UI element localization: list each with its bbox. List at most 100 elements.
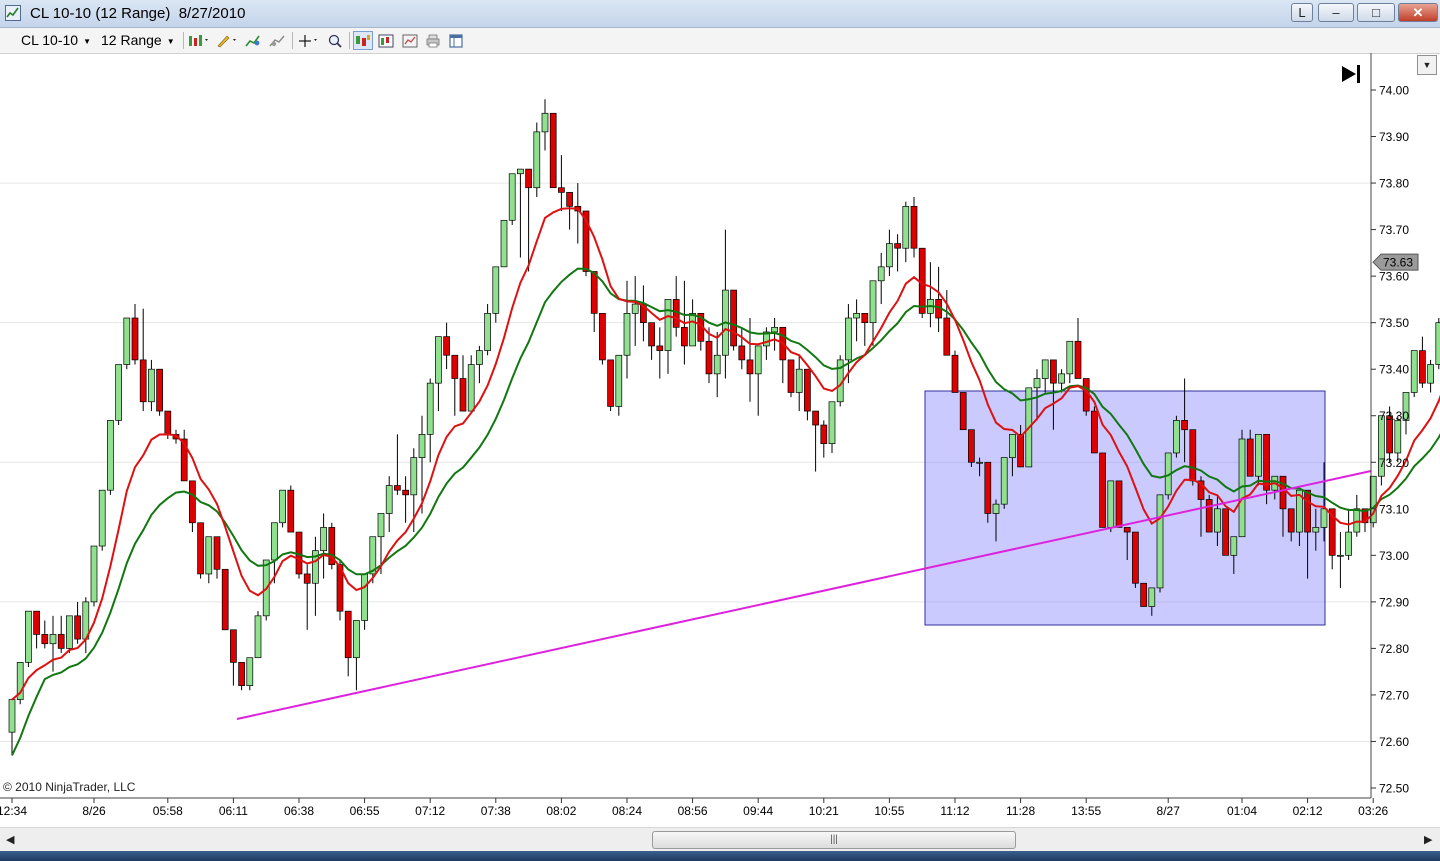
candle-down bbox=[787, 359, 795, 393]
chart-trader-icon[interactable] bbox=[353, 31, 373, 50]
price-marker: 73.63 bbox=[1372, 253, 1419, 271]
candle-up bbox=[205, 536, 213, 575]
candle-down bbox=[812, 410, 819, 426]
candle-up bbox=[279, 489, 286, 524]
properties-icon[interactable] bbox=[400, 31, 420, 50]
price-tick-label: 73.40 bbox=[1379, 363, 1409, 377]
candle-up bbox=[1345, 531, 1352, 556]
candle-up bbox=[1320, 508, 1328, 528]
time-tick-label: 08:24 bbox=[612, 804, 642, 818]
candle-down bbox=[910, 205, 918, 249]
time-tick-label: 09:44 bbox=[743, 804, 773, 818]
candle-up bbox=[492, 266, 500, 314]
candle-down bbox=[648, 322, 655, 347]
maximize-button[interactable]: □ bbox=[1357, 3, 1395, 22]
candle-up bbox=[1394, 420, 1402, 454]
time-tick-label: 10:21 bbox=[809, 804, 839, 818]
time-tick-label: 11:28 bbox=[1006, 804, 1035, 818]
candle-down bbox=[820, 424, 828, 445]
candle-down bbox=[599, 313, 606, 361]
candle-down bbox=[1287, 508, 1295, 533]
template-icon[interactable] bbox=[446, 31, 466, 50]
candle-up bbox=[1312, 527, 1320, 533]
time-tick-label: 13:55 bbox=[1071, 804, 1101, 818]
candle-down bbox=[566, 192, 573, 207]
candle-down bbox=[1132, 531, 1139, 584]
candle-up bbox=[795, 368, 803, 393]
candle-up bbox=[246, 657, 254, 686]
toolbar-divider bbox=[292, 32, 293, 49]
candle-down bbox=[402, 489, 409, 496]
candle-up bbox=[615, 354, 623, 407]
indicator-icon[interactable] bbox=[243, 31, 263, 50]
candle-up bbox=[418, 433, 426, 458]
candle-down bbox=[738, 345, 746, 361]
candle-up bbox=[385, 485, 393, 514]
instrument-selector[interactable]: CL 10-10 ▼ bbox=[21, 32, 91, 48]
candle-up bbox=[123, 317, 131, 365]
bar-type-icon[interactable] bbox=[187, 31, 211, 50]
crosshair-icon[interactable] bbox=[297, 31, 321, 50]
close-button[interactable]: ✕ bbox=[1398, 3, 1438, 22]
candle-up bbox=[353, 620, 360, 659]
time-tick-label: 07:38 bbox=[481, 804, 511, 818]
candle-up bbox=[845, 317, 852, 361]
link-button[interactable]: L bbox=[1291, 3, 1313, 22]
print-icon[interactable] bbox=[423, 31, 443, 50]
time-tick-label: 08:56 bbox=[678, 804, 708, 818]
candle-up bbox=[377, 513, 385, 538]
data-box-icon[interactable] bbox=[376, 31, 396, 50]
candle-up bbox=[500, 219, 508, 268]
candle-down bbox=[918, 247, 926, 314]
chevron-down-icon: ▼ bbox=[83, 36, 91, 46]
windows-taskbar bbox=[0, 851, 1440, 861]
candle-down bbox=[139, 359, 147, 403]
price-tick-label: 73.00 bbox=[1379, 549, 1409, 563]
candle-up bbox=[1009, 433, 1016, 458]
price-tick-label: 72.80 bbox=[1379, 642, 1409, 656]
time-tick-label: 08:02 bbox=[546, 804, 576, 818]
candle-down bbox=[303, 573, 311, 584]
scroll-right-icon[interactable]: ▶ bbox=[1424, 833, 1432, 846]
candle-up bbox=[1435, 322, 1440, 365]
scrollbar-thumb[interactable]: ||| bbox=[652, 831, 1016, 849]
candle-up bbox=[1041, 359, 1049, 379]
candle-up bbox=[25, 610, 32, 663]
period-selector[interactable]: 12 Range ▼ bbox=[101, 32, 175, 48]
toolbar-divider bbox=[183, 32, 184, 49]
candle-down bbox=[1091, 410, 1098, 454]
candle-up bbox=[1410, 350, 1418, 393]
drawing-tools-icon[interactable] bbox=[214, 31, 240, 50]
price-tick-label: 73.70 bbox=[1379, 223, 1409, 237]
strategy-icon[interactable] bbox=[267, 31, 287, 50]
candle-up bbox=[623, 313, 631, 356]
candle-down bbox=[1123, 527, 1131, 533]
price-tick-label: 72.50 bbox=[1379, 782, 1409, 796]
candle-up bbox=[1000, 457, 1008, 505]
price-chart[interactable]: 72.50 72.60 72.70 72.80 72.90 73.00 73.10 73.20… bbox=[0, 53, 1440, 827]
candle-up bbox=[254, 615, 262, 659]
candle-down bbox=[1304, 489, 1311, 533]
candle-up bbox=[1156, 494, 1164, 589]
chevron-down-icon[interactable]: ▼ bbox=[1417, 55, 1437, 75]
candle-up bbox=[541, 112, 549, 133]
minimize-button[interactable]: – bbox=[1318, 3, 1354, 22]
price-tick-label: 73.80 bbox=[1379, 177, 1409, 191]
time-tick-label: 06:55 bbox=[350, 804, 380, 818]
candle-down bbox=[41, 634, 49, 645]
horizontal-scrollbar[interactable]: ◀ ||| ▶ bbox=[0, 827, 1440, 852]
candle-down bbox=[959, 392, 967, 431]
candle-down bbox=[1419, 350, 1426, 384]
price-marker-label: 73.63 bbox=[1383, 256, 1413, 270]
candle-down bbox=[156, 368, 163, 412]
scroll-left-icon[interactable]: ◀ bbox=[6, 833, 14, 846]
candle-down bbox=[525, 168, 532, 189]
candle-up bbox=[992, 503, 1000, 514]
scroll-to-end-icon[interactable] bbox=[1342, 65, 1360, 83]
chevron-down-icon: ▼ bbox=[166, 36, 175, 46]
candle-down bbox=[590, 271, 598, 314]
candle-down bbox=[607, 359, 614, 407]
zoom-icon[interactable] bbox=[325, 31, 345, 50]
candle-down bbox=[459, 378, 467, 412]
candle-up bbox=[1255, 433, 1262, 477]
